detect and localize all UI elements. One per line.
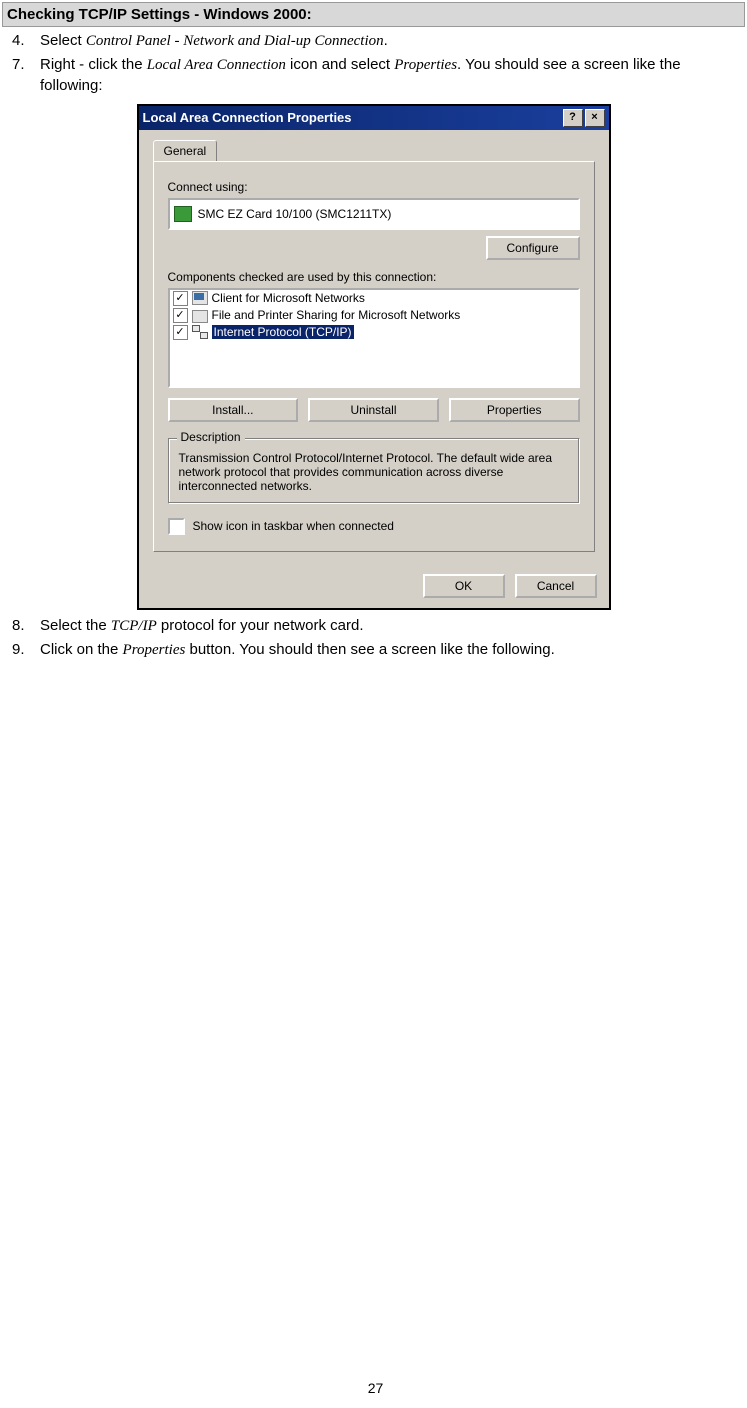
- description-title: Description: [177, 430, 245, 444]
- step-4: 4. Select Control Panel - Network and Di…: [12, 31, 745, 51]
- ok-button[interactable]: OK: [423, 574, 505, 598]
- close-button[interactable]: ×: [585, 109, 605, 127]
- list-item[interactable]: ✓ File and Printer Sharing for Microsoft…: [170, 307, 578, 324]
- components-listbox[interactable]: ✓ Client for Microsoft Networks ✓ File a…: [168, 288, 580, 388]
- instruction-list: 8. Select the TCP/IP protocol for your n…: [2, 616, 745, 661]
- step-8: 8. Select the TCP/IP protocol for your n…: [12, 616, 745, 636]
- list-item[interactable]: ✓ Internet Protocol (TCP/IP): [170, 324, 578, 341]
- connect-using-label: Connect using:: [168, 180, 580, 194]
- properties-button[interactable]: Properties: [449, 398, 580, 422]
- taskbar-option[interactable]: Show icon in taskbar when connected: [168, 518, 580, 535]
- printer-icon: [192, 310, 208, 323]
- list-item-label: Client for Microsoft Networks: [212, 291, 365, 305]
- list-item[interactable]: ✓ Client for Microsoft Networks: [170, 290, 578, 307]
- configure-button[interactable]: Configure: [486, 236, 580, 260]
- network-icon: [192, 325, 208, 339]
- step-text: Select Control Panel - Network and Dial-…: [40, 31, 745, 51]
- help-button[interactable]: ?: [563, 109, 583, 127]
- step-7: 7. Right - click the Local Area Connecti…: [12, 55, 745, 96]
- checkbox-icon[interactable]: ✓: [173, 291, 188, 306]
- nic-icon: [174, 206, 192, 222]
- list-item-label: File and Printer Sharing for Microsoft N…: [212, 308, 461, 322]
- step-text: Click on the Properties button. You shou…: [40, 640, 745, 660]
- dialog-footer: OK Cancel: [139, 566, 609, 608]
- install-button[interactable]: Install...: [168, 398, 299, 422]
- properties-dialog: Local Area Connection Properties ? × Gen…: [137, 104, 611, 610]
- instruction-list: 4. Select Control Panel - Network and Di…: [2, 31, 745, 96]
- step-number: 9.: [12, 640, 40, 660]
- titlebar: Local Area Connection Properties ? ×: [139, 106, 609, 130]
- description-groupbox: Description Transmission Control Protoco…: [168, 438, 580, 504]
- description-text: Transmission Control Protocol/Internet P…: [179, 451, 569, 493]
- checkbox-icon[interactable]: ✓: [173, 308, 188, 323]
- uninstall-button[interactable]: Uninstall: [308, 398, 439, 422]
- adapter-field: SMC EZ Card 10/100 (SMC1211TX): [168, 198, 580, 230]
- step-number: 7.: [12, 55, 40, 96]
- step-text: Select the TCP/IP protocol for your netw…: [40, 616, 745, 636]
- cancel-button[interactable]: Cancel: [515, 574, 597, 598]
- tab-general[interactable]: General: [153, 140, 218, 161]
- step-number: 4.: [12, 31, 40, 51]
- checkbox-icon[interactable]: ✓: [173, 325, 188, 340]
- step-text: Right - click the Local Area Connection …: [40, 55, 745, 96]
- page-number: 27: [2, 1380, 747, 1396]
- taskbar-label: Show icon in taskbar when connected: [193, 519, 394, 533]
- list-item-label-selected: Internet Protocol (TCP/IP): [212, 325, 354, 339]
- section-header: Checking TCP/IP Settings - Windows 2000:: [2, 2, 745, 27]
- tab-strip: General: [153, 140, 595, 162]
- client-icon: [192, 291, 208, 305]
- step-9: 9. Click on the Properties button. You s…: [12, 640, 745, 660]
- dialog-screenshot: Local Area Connection Properties ? × Gen…: [2, 104, 745, 610]
- tab-panel: Connect using: SMC EZ Card 10/100 (SMC12…: [153, 161, 595, 552]
- step-number: 8.: [12, 616, 40, 636]
- checkbox-icon[interactable]: [168, 518, 185, 535]
- adapter-name: SMC EZ Card 10/100 (SMC1211TX): [198, 207, 392, 221]
- titlebar-text: Local Area Connection Properties: [143, 110, 563, 125]
- components-label: Components checked are used by this conn…: [168, 270, 580, 284]
